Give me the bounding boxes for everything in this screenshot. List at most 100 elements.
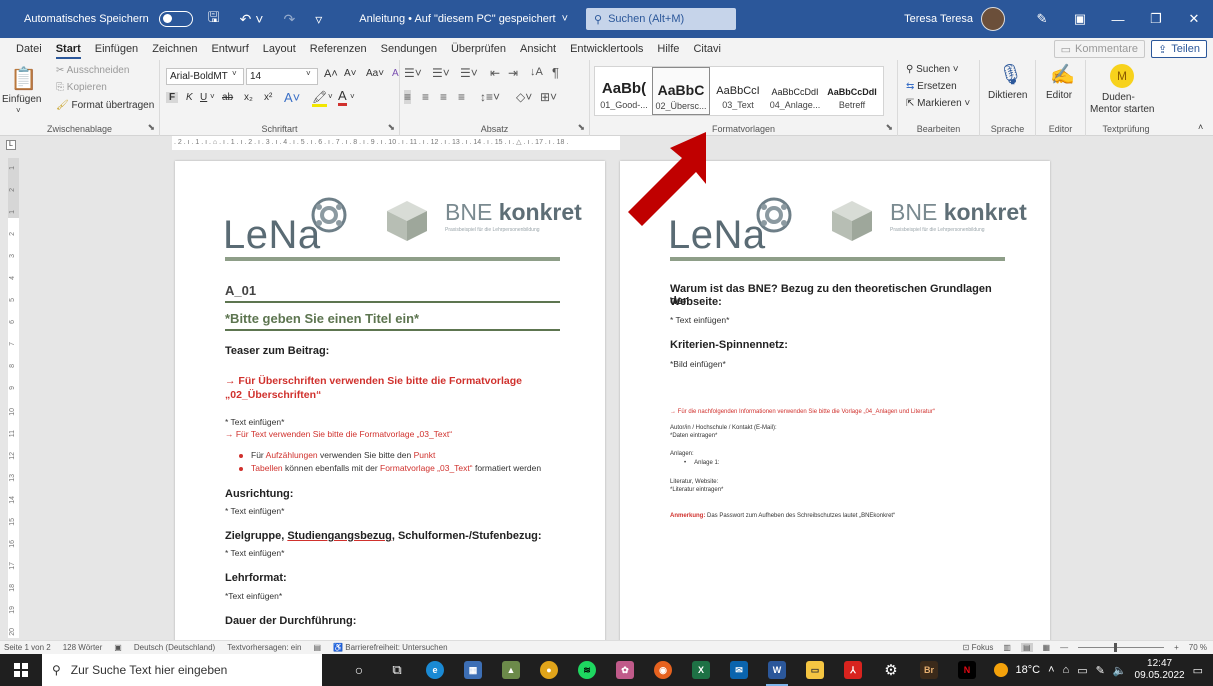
duden-label-line1[interactable]: Duden- <box>1102 92 1135 103</box>
page-count[interactable]: Seite 1 von 2 <box>4 643 51 652</box>
file-explorer-icon[interactable]: ▭ <box>796 654 834 686</box>
vertical-ruler[interactable]: 1 2 1 2 3 4 5 6 7 8 9 10 11 12 13 14 15 16 17 18 19 20 <box>8 158 19 638</box>
style-item[interactable]: AaBbC 02_Übersc... <box>652 67 710 115</box>
tab-zeichnen[interactable]: Zeichnen <box>152 38 197 60</box>
find-button[interactable]: ⚲ Suchen ˅ <box>906 64 959 75</box>
cut-button[interactable]: ✂ Ausschneiden <box>56 65 129 76</box>
teaser-text[interactable]: * Text einfügen* <box>225 417 560 427</box>
excel-icon[interactable]: X <box>682 654 720 686</box>
paste-icon[interactable]: 📋 <box>10 66 37 92</box>
chevron-down-icon[interactable]: ˅ <box>232 69 237 78</box>
italic-button[interactable]: K <box>186 92 193 103</box>
taskbar-search[interactable]: ⚲ Zur Suche Text hier eingeben <box>42 654 322 686</box>
bne-text[interactable]: * Text einfügen* <box>670 315 1005 325</box>
bne-heading-line2[interactable]: Webseite: <box>670 296 1005 308</box>
calculator-icon[interactable]: ▦ <box>454 654 492 686</box>
tab-einfügen[interactable]: Einfügen <box>95 38 138 60</box>
print-layout-icon[interactable]: ▤ <box>1020 643 1033 652</box>
tab-ansicht[interactable]: Ansicht <box>520 38 556 60</box>
zielgruppe-heading[interactable]: Zielgruppe, Studiengangsbezug, Schulform… <box>225 530 560 542</box>
list-item[interactable]: Für Aufzählungen verwenden Sie bitte den… <box>239 450 574 460</box>
strikethrough-button[interactable]: ab <box>222 92 233 103</box>
style-item[interactable]: AaBb(01_Good-... <box>595 67 653 115</box>
lehrformat-text[interactable]: *Text einfügen* <box>225 591 560 601</box>
text-effects-icon[interactable]: A˅ <box>284 90 300 105</box>
spinnennetz-heading[interactable]: Kriterien-Spinnennetz: <box>670 339 1005 351</box>
pen-icon[interactable]: ✎ <box>1096 664 1105 677</box>
microphone-icon[interactable]: 🎙 <box>998 62 1023 87</box>
battery-icon[interactable]: ▭ <box>1077 664 1087 677</box>
literatur-label[interactable]: Literatur, Website: <box>670 479 1005 485</box>
duden-label-line2[interactable]: Mentor starten <box>1090 104 1154 115</box>
align-right-icon[interactable]: ≡ <box>440 90 447 104</box>
literatur-text[interactable]: *Literatur eintragen* <box>670 487 1005 493</box>
tab-entwicklertools[interactable]: Entwicklertools <box>570 38 643 60</box>
numbering-icon[interactable]: ☰˅ <box>432 66 450 80</box>
text-hint[interactable]: → Für Text verwenden Sie bitte die Forma… <box>225 429 560 439</box>
autosave-toggle[interactable] <box>158 11 193 27</box>
superscript-button[interactable]: x² <box>264 92 272 103</box>
zielgruppe-text[interactable]: * Text einfügen* <box>225 548 560 558</box>
accessibility[interactable]: ♿ Barrierefreiheit: Untersuchen <box>333 643 447 652</box>
bullets-icon[interactable]: ☰˅ <box>404 66 422 80</box>
align-center-icon[interactable]: ≡ <box>422 90 429 104</box>
weather-icon[interactable] <box>993 663 1008 677</box>
zoom-in-button[interactable]: + <box>1174 643 1179 652</box>
lehrformat-heading[interactable]: Lehrformat: <box>225 572 560 584</box>
maximize-button[interactable]: ❐ <box>1137 0 1175 38</box>
clock[interactable]: 12:47 09.05.2022 <box>1135 658 1185 682</box>
copy-button[interactable]: ⎘ Kopieren <box>56 82 107 93</box>
ausrichtung-text[interactable]: * Text einfügen* <box>225 506 560 516</box>
bridge-icon[interactable]: Br <box>910 654 948 686</box>
share-button[interactable]: ⇪ Teilen <box>1151 40 1207 58</box>
network-icon[interactable]: ⌂ <box>1063 664 1070 676</box>
tab-referenzen[interactable]: Referenzen <box>310 38 367 60</box>
document-title[interactable]: Anleitung • Auf "diesem PC" gespeichert ˅ <box>359 13 568 25</box>
tab-hilfe[interactable]: Hilfe <box>657 38 679 60</box>
launcher-icon[interactable]: ⬊ <box>387 122 395 133</box>
word-icon[interactable]: W <box>758 654 796 686</box>
search-box[interactable]: ⚲ Suchen (Alt+M) <box>586 8 736 30</box>
photos-icon[interactable]: ▲ <box>492 654 530 686</box>
notifications-icon[interactable]: ▭ <box>1193 664 1203 677</box>
launcher-icon[interactable]: ⬊ <box>885 122 893 133</box>
multilevel-list-icon[interactable]: ☰˅ <box>460 66 478 80</box>
replace-button[interactable]: ⇆ Ersetzen <box>906 81 957 92</box>
style-item[interactable]: AaBbCcDdI Betreff <box>823 67 881 115</box>
launcher-icon[interactable]: ⬊ <box>147 122 155 133</box>
macro-icon[interactable]: ▤ <box>313 643 321 652</box>
list-item[interactable]: Tabellen können ebenfalls mit der Format… <box>239 463 579 473</box>
cortana-icon[interactable]: ○ <box>340 654 378 686</box>
tab-selector[interactable]: L <box>6 140 16 150</box>
bold-button[interactable]: F <box>166 92 179 103</box>
proofing-icon[interactable]: ▣ <box>114 643 122 652</box>
pen-icon[interactable]: ✎ <box>1023 0 1061 38</box>
clear-format-icon[interactable]: A <box>392 68 399 79</box>
teaser-heading[interactable]: Teaser zum Beitrag: <box>225 345 560 357</box>
launcher-icon[interactable]: ⬊ <box>577 122 585 133</box>
tab-citavi[interactable]: Citavi <box>693 38 721 60</box>
line-spacing-icon[interactable]: ↕≡˅ <box>480 90 500 104</box>
chevron-down-icon[interactable]: ˅ <box>306 69 311 78</box>
list-item[interactable]: • Anlage 1: <box>684 460 1019 466</box>
tab-sendungen[interactable]: Sendungen <box>381 38 437 60</box>
heading-hint-2[interactable]: „02_Überschriften“ <box>225 388 560 402</box>
tab-start[interactable]: Start <box>55 38 81 60</box>
increase-indent-icon[interactable]: ⇥ <box>508 66 518 80</box>
tab-entwurf[interactable]: Entwurf <box>211 38 248 60</box>
avatar[interactable] <box>981 7 1005 31</box>
shrink-font-button[interactable]: A˅ <box>344 68 357 79</box>
chevron-down-icon[interactable]: ˅ <box>328 92 333 101</box>
autor-label[interactable]: Autor/in / Hochschule / Kontakt (E-Mail)… <box>670 425 1005 431</box>
document-id[interactable]: A_01 <box>225 283 560 298</box>
netflix-icon[interactable]: N <box>948 654 986 686</box>
chevron-down-icon[interactable]: ˅ <box>350 92 355 101</box>
focus-button[interactable]: ⊡ Fokus <box>963 643 994 652</box>
editor-button[interactable]: Editor <box>1046 90 1072 101</box>
read-mode-icon[interactable]: ▥ <box>1003 643 1011 652</box>
paste-button[interactable]: Einfügen <box>2 94 41 105</box>
font-color-icon[interactable]: A <box>338 89 347 106</box>
collapse-ribbon-icon[interactable]: ˄ <box>1198 122 1203 132</box>
volume-icon[interactable]: 🔈 <box>1113 664 1127 677</box>
duden-avatar[interactable]: M <box>1110 64 1134 88</box>
